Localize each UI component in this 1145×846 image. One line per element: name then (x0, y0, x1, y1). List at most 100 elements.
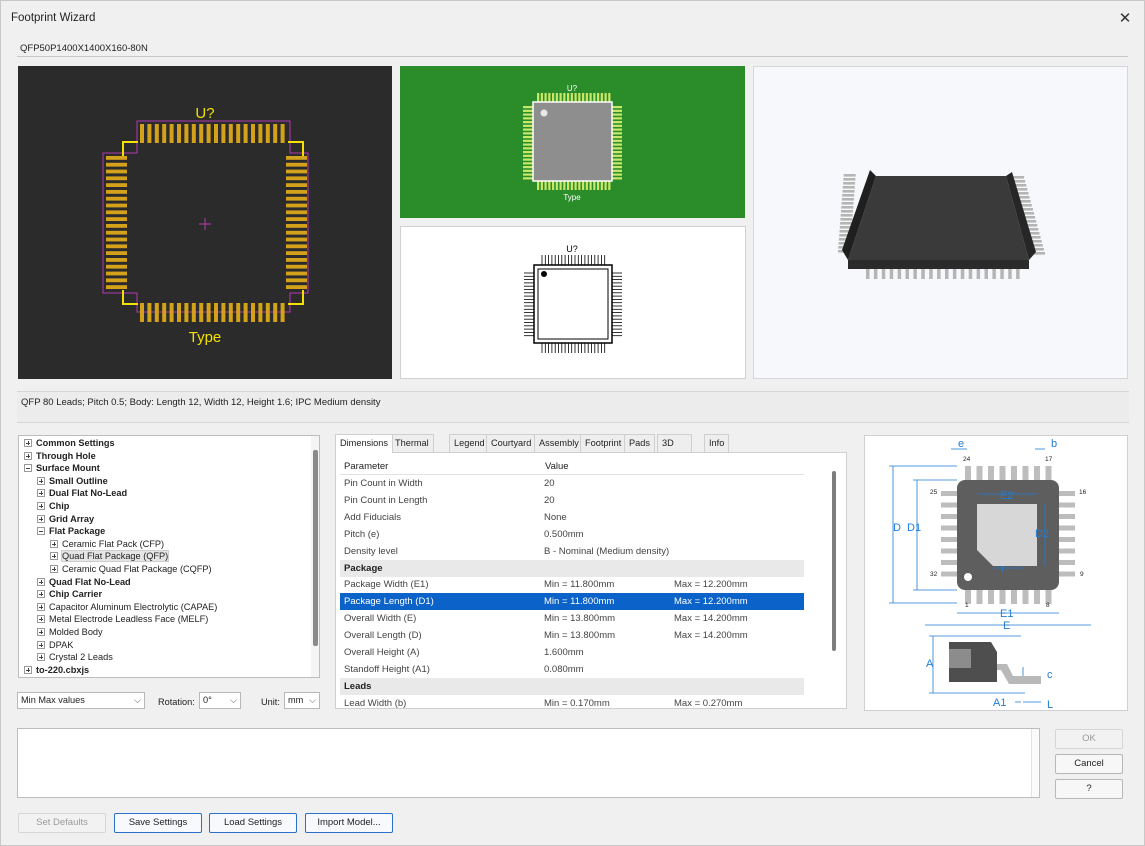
grid-row[interactable]: Overall Height (A) 1.600mm (340, 644, 804, 661)
pad-bottom (184, 303, 189, 322)
footprint-description: QFP 80 Leads; Pitch 0.5; Body: Length 12… (21, 397, 381, 408)
tab-pads[interactable]: Pads (624, 434, 655, 452)
tab-dimensions[interactable]: Dimensions (335, 434, 393, 453)
close-button[interactable]: ✕ (1112, 7, 1138, 29)
rotation-select[interactable]: 0° ⌵ (199, 692, 241, 709)
grid-row[interactable]: Pitch (e) 0.500mm (340, 526, 804, 543)
tree-item[interactable]: Small Outline (37, 475, 108, 488)
expand-icon[interactable] (37, 653, 45, 662)
expand-icon[interactable] (24, 439, 32, 447)
tree-item[interactable]: Chip (37, 500, 69, 513)
tree-item[interactable]: Common Settings (24, 437, 115, 450)
expand-icon[interactable] (37, 489, 45, 498)
tab-legend[interactable]: Legend (449, 434, 490, 452)
expand-icon[interactable] (37, 640, 45, 649)
grid-scrollbar-thumb[interactable] (832, 471, 836, 651)
load-settings-button[interactable]: Load Settings (209, 813, 297, 833)
model-lead-left (840, 222, 853, 225)
grid-row[interactable]: Add Fiducials None (340, 509, 804, 526)
tab-info[interactable]: Info (704, 434, 730, 452)
tree-item[interactable]: Chip Carrier (37, 588, 102, 601)
grid-row[interactable]: Lead Width (b) Min = 0.170mm Max = 0.270mm (340, 695, 804, 708)
diagram-lead-bottom (988, 588, 994, 604)
schematic-preview[interactable]: U? (400, 226, 746, 379)
tree-item[interactable]: Grid Array (37, 513, 94, 526)
expand-icon[interactable] (37, 615, 45, 624)
tree-item[interactable]: Surface Mount (24, 462, 100, 475)
tree-scrollbar-thumb[interactable] (313, 450, 318, 646)
package-tree[interactable]: Common Settings Through Hole Surface Mount… (18, 435, 320, 678)
tree-item[interactable]: Through Hole (24, 450, 96, 463)
expand-icon[interactable] (24, 451, 32, 460)
grid-row[interactable]: Pin Count in Length 20 (340, 492, 804, 509)
tree-item[interactable]: Crystal 2 Leads (37, 651, 113, 664)
collapse-icon[interactable] (37, 527, 45, 536)
diagram-lead-top (1034, 466, 1040, 482)
tab-footprint[interactable]: Footprint (580, 434, 627, 452)
expand-icon[interactable] (37, 590, 45, 599)
tab-3d-model[interactable]: 3D Model (657, 434, 693, 465)
grid-param-cell: Overall Width (E) (344, 613, 417, 625)
expand-icon[interactable] (50, 539, 58, 548)
pcb-footprint-preview[interactable]: U? Type (18, 66, 392, 379)
pcb-3d-preview[interactable]: U? Type (400, 66, 745, 218)
tree-item[interactable]: Quad Flat No-Lead (37, 576, 131, 589)
expand-icon[interactable] (37, 502, 45, 510)
grid-row[interactable]: Package Length (D1) Min = 11.800mm Max = 1… (340, 593, 804, 611)
model-body-front (848, 260, 1029, 269)
message-area[interactable] (17, 728, 1040, 798)
tree-item-label: Ceramic Quad Flat Package (CQFP) (62, 564, 212, 574)
tree-item[interactable]: Dual Flat No-Lead (37, 487, 127, 500)
collapse-icon[interactable] (24, 464, 32, 473)
expand-icon[interactable] (37, 476, 45, 485)
tree-item[interactable]: Quad Flat Package (QFP) (50, 550, 170, 563)
tree-item-label: Surface Mount (36, 463, 100, 474)
pin-label-17: 17 (1045, 456, 1053, 463)
tree-item[interactable]: Capacitor Aluminum Electrolytic (CAPAE) (37, 601, 217, 614)
grid-row[interactable]: Pin Count in Width 20 (340, 475, 804, 492)
tree-item[interactable]: DPAK (37, 639, 73, 652)
grid-row[interactable]: Package Width (E1) Min = 11.800mm Max = 12… (340, 576, 804, 593)
expand-icon[interactable] (37, 602, 45, 611)
3d-model-preview[interactable] (753, 66, 1128, 379)
grid-row[interactable]: Density level B - Nominal (Medium density… (340, 543, 804, 560)
tree-item[interactable]: Metal Electrode Leadless Face (MELF) (37, 613, 208, 626)
import-model-button[interactable]: Import Model... (305, 813, 393, 833)
grid-row[interactable]: Overall Length (D) Min = 13.800mm Max = 14… (340, 627, 804, 644)
unit-select[interactable]: mm ⌵ (284, 692, 320, 709)
tree-item-label: Capacitor Aluminum Electrolytic (CAPAE) (49, 601, 218, 612)
expand-icon[interactable] (37, 577, 45, 586)
expand-icon[interactable] (37, 628, 45, 636)
label-e2: E2 (1000, 490, 1013, 502)
expand-icon[interactable] (50, 552, 58, 561)
pad-right (286, 156, 307, 160)
ok-button[interactable]: OK (1055, 729, 1123, 749)
message-scrollbar[interactable] (1031, 729, 1039, 797)
tree-item[interactable]: Ceramic Quad Flat Package (CQFP) (50, 563, 212, 576)
tree-item[interactable]: Ceramic Flat Pack (CFP) (50, 538, 164, 551)
tree-item[interactable]: to-220.cbxjs (24, 664, 89, 677)
pad-bottom (162, 303, 167, 322)
label-e: E (1003, 620, 1010, 632)
tab-courtyard[interactable]: Courtyard (486, 434, 537, 452)
pad-bottom (177, 303, 181, 322)
expand-icon[interactable] (50, 565, 58, 573)
grid-row[interactable]: Standoff Height (A1) 0.080mm (340, 661, 804, 678)
parameter-grid[interactable]: Parameter Value Pin Count in Width 20 Pin … (335, 452, 847, 709)
save-settings-button[interactable]: Save Settings (114, 813, 202, 833)
tree-item[interactable]: Molded Body (37, 626, 103, 639)
values-mode-select[interactable]: Min Max values ⌵ (17, 692, 145, 709)
tab-thermal-pad[interactable]: Thermal Pad (390, 434, 434, 465)
label-l: L (1047, 699, 1053, 710)
expand-icon[interactable] (24, 665, 32, 674)
grid-param-cell: Pin Count in Length (344, 494, 428, 506)
cancel-button[interactable]: Cancel (1055, 754, 1123, 774)
tree-item[interactable]: Flat Package (37, 525, 105, 538)
set-defaults-button[interactable]: Set Defaults (18, 813, 106, 833)
expand-icon[interactable] (37, 514, 45, 523)
grid-row[interactable]: Overall Width (E) Min = 13.800mm Max = 14.… (340, 610, 804, 627)
tab-assembly[interactable]: Assembly (534, 434, 584, 452)
label-d1: D1 (907, 522, 921, 534)
help-button[interactable]: ? (1055, 779, 1123, 799)
tree-item-label: DPAK (49, 639, 74, 650)
